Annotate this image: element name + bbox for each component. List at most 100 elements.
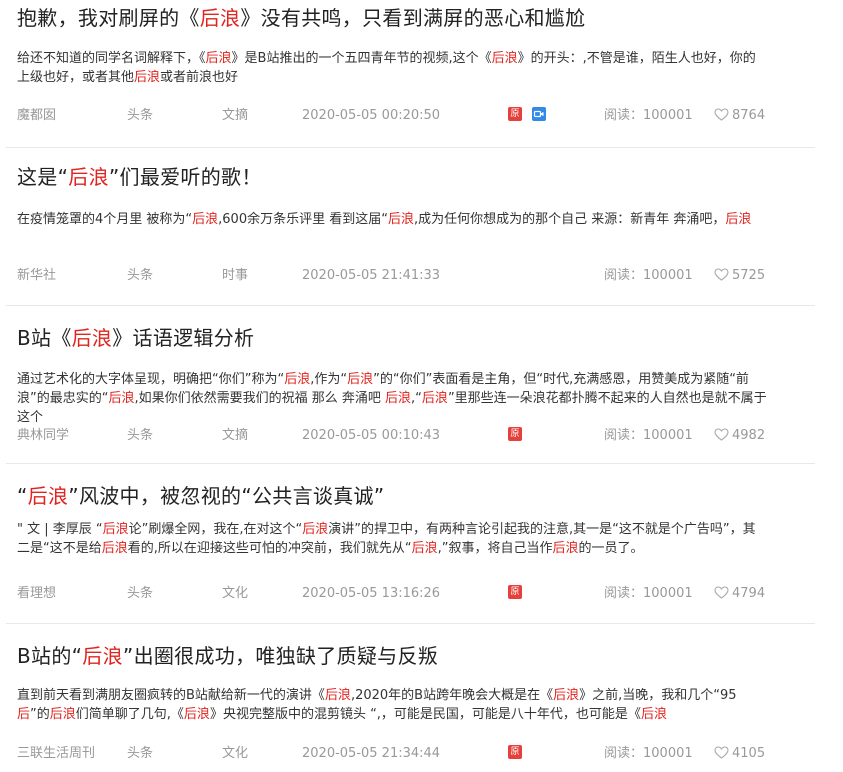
article-summary: 直到前天看到满朋友圈疯转的B站献给新一代的演讲《后浪,2020年的B站跨年晚会大… xyxy=(17,686,767,724)
like-count[interactable]: 8764 xyxy=(714,107,765,125)
text-run: " 文 | 李厚辰 “ xyxy=(17,522,103,537)
text-run: 的一员了。 xyxy=(578,541,644,556)
article-item[interactable]: 这是“后浪”们最爱听的歌！ 在疫情笼罩的4个月里 被称为“后浪,600余万条乐评里… xyxy=(0,148,815,306)
source-name[interactable]: 魔都囡 xyxy=(17,107,56,125)
text-run: B站《 xyxy=(17,326,72,350)
read-label: 阅读： xyxy=(604,746,644,761)
keyword-highlight: 后浪 xyxy=(27,484,69,508)
article-summary: 通过艺术化的大字体呈现，明确把“你们”称为“后浪,作为“后浪”的“你们”表面看是… xyxy=(17,370,767,427)
keyword-highlight: 后浪 xyxy=(183,707,210,722)
source-name[interactable]: 三联生活周刊 xyxy=(17,745,95,763)
publish-time: 2020-05-05 00:10:43 xyxy=(302,428,441,443)
keyword-highlight: 后浪 xyxy=(347,372,374,387)
article-meta: 典林同学 头条 文摘 2020-05-05 00:10:43 原 阅读：100001 498… xyxy=(17,427,815,445)
keyword-highlight: 后浪 xyxy=(725,212,752,227)
keyword-highlight: 后浪 xyxy=(199,6,241,30)
channel-label: 头条 xyxy=(127,268,154,283)
read-count: 阅读：100001 xyxy=(604,107,693,125)
keyword-highlight: 后浪 xyxy=(553,688,580,703)
article-meta: 魔都囡 头条 文摘 2020-05-05 00:20:50 原 阅读：100001 8764 xyxy=(17,107,815,125)
original-badge: 原 xyxy=(508,427,522,441)
keyword-highlight: 后浪 xyxy=(284,372,311,387)
text-run: ”们最爱听的歌！ xyxy=(108,165,262,189)
article-title[interactable]: 抱歉，我对刷屏的《后浪》没有共鸣，只看到满屏的恶心和尴尬 xyxy=(17,5,585,31)
keyword-highlight: 后浪 xyxy=(302,522,329,537)
publish-time: 2020-05-05 21:41:33 xyxy=(302,268,441,283)
category-label[interactable]: 时事 xyxy=(222,267,248,285)
category-label[interactable]: 文化 xyxy=(222,745,248,763)
keyword-highlight: 后浪 xyxy=(385,391,412,406)
channel-label: 头条 xyxy=(127,746,154,761)
article-item[interactable]: B站《后浪》话语逻辑分析 通过艺术化的大字体呈现，明确把“你们”称为“后浪,作为“… xyxy=(0,306,815,464)
category-label[interactable]: 文摘 xyxy=(222,107,248,125)
text-run: ,“ xyxy=(411,391,422,406)
article-title[interactable]: B站《后浪》话语逻辑分析 xyxy=(17,325,254,351)
text-run: 》之前,当晚，我和几个“95 xyxy=(579,688,737,703)
text-run: 或者前浪也好 xyxy=(160,70,239,85)
keyword-highlight: 后浪 xyxy=(102,522,129,537)
channel-label: 头条 xyxy=(127,586,154,601)
article-list: 抱歉，我对刷屏的《后浪》没有共鸣，只看到满屏的恶心和尴尬给还不知道的同学名词解释… xyxy=(0,0,843,772)
keyword-highlight: 后浪 xyxy=(205,51,232,66)
article-summary: 给还不知道的同学名词解释下，《后浪》是B站推出的一个五四青年节的视频,这个《后浪… xyxy=(17,49,767,87)
heart-outline-icon[interactable] xyxy=(714,586,729,599)
like-value: 4982 xyxy=(732,428,766,443)
text-run: 》没有共鸣，只看到满屏的恶心和尴尬 xyxy=(240,6,586,30)
source-name[interactable]: 看理想 xyxy=(17,585,56,603)
keyword-highlight: 后浪 xyxy=(82,644,123,668)
like-value: 4105 xyxy=(732,746,766,761)
like-count[interactable]: 5725 xyxy=(714,267,765,285)
publish-time: 2020-05-05 00:20:50 xyxy=(302,108,441,123)
original-badge: 原 xyxy=(508,745,522,759)
text-run: ,成为任何你想成为的那个自己 来源：新青年 奔涌吧， xyxy=(414,212,726,227)
keyword-highlight: 后浪 xyxy=(134,70,161,85)
text-run: 看的,所以在迎接这些可怕的冲突前，我们就先从“ xyxy=(127,541,412,556)
original-badge: 原 xyxy=(508,107,522,121)
publish-time: 2020-05-05 13:16:26 xyxy=(302,586,441,601)
read-count: 阅读：100001 xyxy=(604,267,693,285)
category-label[interactable]: 文化 xyxy=(222,585,248,603)
text-run: ,如果你们依然需要我们的祝福 那么 奔涌吧 xyxy=(134,391,386,406)
text-run: 》话语逻辑分析 xyxy=(112,326,255,350)
article-item[interactable]: B站的“后浪”出圈很成功，唯独缺了质疑与反叛直到前天看到满朋友圈疯转的B站献给新… xyxy=(0,624,815,772)
text-run: 这是“ xyxy=(17,165,69,189)
text-run: ,作为“ xyxy=(310,372,348,387)
heart-outline-icon[interactable] xyxy=(714,428,729,441)
read-count: 阅读：100001 xyxy=(604,427,693,445)
heart-outline-icon[interactable] xyxy=(714,746,729,759)
text-run: 们简单聊了几句,《 xyxy=(75,707,184,722)
keyword-highlight: 后浪 xyxy=(71,326,113,350)
article-title[interactable]: B站的“后浪”出圈很成功，唯独缺了质疑与反叛 xyxy=(17,643,438,669)
text-run: 直到前天看到满朋友圈疯转的B站献给新一代的演讲《 xyxy=(17,688,325,703)
like-value: 8764 xyxy=(732,108,766,123)
category-label[interactable]: 文摘 xyxy=(222,427,248,445)
keyword-highlight: 后浪 xyxy=(387,212,414,227)
article-meta: 看理想 头条 文化 2020-05-05 13:16:26 原 阅读：100001 4794 xyxy=(17,585,815,603)
heart-outline-icon[interactable] xyxy=(714,108,729,121)
heart-outline-icon[interactable] xyxy=(714,268,729,281)
like-count[interactable]: 4982 xyxy=(714,427,765,445)
text-run: 》央视完整版中的混剪镜头 “,，可能是民国，可能是八十年代，也可能是《 xyxy=(209,707,641,722)
article-item[interactable]: “后浪”风波中，被忽视的“公共言谈真诚” " 文 | 李厚辰 “后浪论”刷爆全网，… xyxy=(0,464,815,624)
source-name[interactable]: 新华社 xyxy=(17,267,56,285)
read-label: 阅读： xyxy=(604,428,644,443)
source-name[interactable]: 典林同学 xyxy=(17,427,69,445)
like-count[interactable]: 4794 xyxy=(714,585,765,603)
keyword-highlight: 后浪 xyxy=(192,212,219,227)
article-item[interactable]: 抱歉，我对刷屏的《后浪》没有共鸣，只看到满屏的恶心和尴尬给还不知道的同学名词解释… xyxy=(0,0,815,148)
text-run: 论”刷爆全网，我在,在对这个“ xyxy=(128,522,303,537)
article-title[interactable]: 这是“后浪”们最爱听的歌！ xyxy=(17,164,262,190)
like-value: 5725 xyxy=(732,268,766,283)
text-run: 通过艺术化的大字体呈现，明确把“你们”称为“ xyxy=(17,372,285,387)
channel-label: 头条 xyxy=(127,108,154,123)
keyword-highlight: 后浪 xyxy=(68,165,109,189)
article-title[interactable]: “后浪”风波中，被忽视的“公共言谈真诚” xyxy=(17,483,384,509)
text-run: ,600余万条乐评里 看到这届“ xyxy=(218,212,388,227)
keyword-highlight: 后浪 xyxy=(49,707,76,722)
read-value: 100001 xyxy=(643,746,693,761)
text-run: B站的“ xyxy=(17,644,83,668)
like-count[interactable]: 4105 xyxy=(714,745,765,763)
original-badge: 原 xyxy=(508,585,522,599)
channel-label: 头条 xyxy=(127,428,154,443)
video-camera-icon xyxy=(532,107,546,121)
